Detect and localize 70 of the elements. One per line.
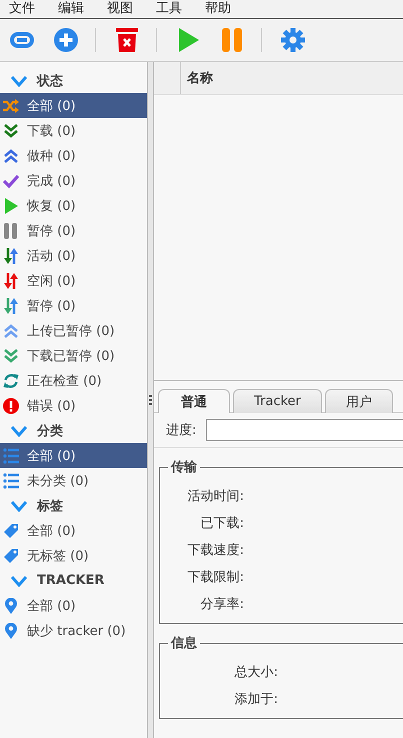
filter-item[interactable]: 未分类 (0) [0,468,147,493]
filter-item[interactable]: 无标签 (0) [0,543,147,568]
section-title: 信息 [170,635,198,652]
pin-icon [3,598,19,614]
arrows-icon [3,298,19,314]
add-icon[interactable] [53,27,79,53]
group-header[interactable]: 状态 [0,68,147,93]
chevrons-up-icon [3,322,19,338]
filter-item[interactable]: 活动 (0) [0,243,147,268]
filter-item[interactable]: 错误 (0) [0,393,147,418]
error-icon [3,398,19,414]
arrows-icon [3,272,19,288]
tab[interactable]: 普通 [158,389,230,413]
group-title: TRACKER [37,573,104,588]
filter-item[interactable]: 全部 (0) [0,518,147,543]
filter-item[interactable]: 上传已暂停 (0) [0,318,147,343]
play-icon [3,198,19,214]
menu-item[interactable]: 编辑 [58,1,84,17]
filter-item[interactable]: 下载 (0) [0,118,147,143]
group-title: 状态 [37,72,63,90]
refresh-icon [3,372,19,388]
group-title: 分类 [37,422,63,440]
splitter-handle[interactable] [147,62,154,738]
field-label: 下载限制: [186,568,244,586]
chevrons-down-icon [3,122,19,138]
progress-label: 进度: [166,422,196,439]
chevrons-up-icon [3,148,19,164]
filter-item[interactable]: 恢复 (0) [0,193,147,218]
menu-item[interactable]: 视图 [107,1,133,17]
menu-item[interactable]: 帮助 [205,1,231,17]
filter-item[interactable]: 下载已暂停 (0) [0,343,147,368]
list-icon [3,448,19,464]
filter-item[interactable]: 缺少 tracker (0) [0,618,147,643]
section-title: 传输 [170,459,198,476]
filter-item[interactable]: 暂停 (0) [0,218,147,243]
field-label: 活动时间: [186,488,244,504]
pin-icon [3,622,19,638]
field-label: 分享率: [200,596,244,612]
field-label: 下载速度: [186,542,244,558]
field-label: 添加于: [234,690,278,708]
field-label: 已下载: [200,514,244,532]
filter-item[interactable]: 做种 (0) [0,143,147,168]
group-header[interactable]: 标签 [0,493,147,518]
filter-item[interactable]: 暂停 (0) [0,293,147,318]
menu-item[interactable]: 工具 [156,1,182,17]
settings-icon[interactable] [280,27,306,53]
column-header[interactable]: 名称 [181,69,213,87]
pause-icon[interactable] [219,27,245,53]
tag-icon [3,522,19,538]
filter-item[interactable]: 全部 (0) [0,593,147,618]
field-label: 总大小: [234,664,278,680]
tag-icon [3,548,19,564]
chevrons-down-icon [3,348,19,364]
shuffle-icon [3,98,19,114]
arrows-icon [3,248,19,264]
filter-item[interactable]: 全部 (0) [0,443,147,468]
group-header[interactable]: 分类 [0,418,147,443]
pause-icon [3,222,19,238]
filter-item[interactable]: 空闲 (0) [0,268,147,293]
filter-item[interactable]: 全部 (0) [0,93,147,118]
filter-item[interactable]: 完成 (0) [0,168,147,193]
tab[interactable]: 用户 [324,389,393,413]
filter-item[interactable]: 正在检查 (0) [0,368,147,393]
list-icon [3,472,19,488]
menu-item[interactable]: 文件 [9,1,35,17]
tab[interactable]: Tracker [233,389,322,413]
delete-icon[interactable] [114,27,140,53]
group-title: 标签 [37,498,63,514]
group-header[interactable]: TRACKER [0,568,147,593]
check-icon [3,172,19,188]
